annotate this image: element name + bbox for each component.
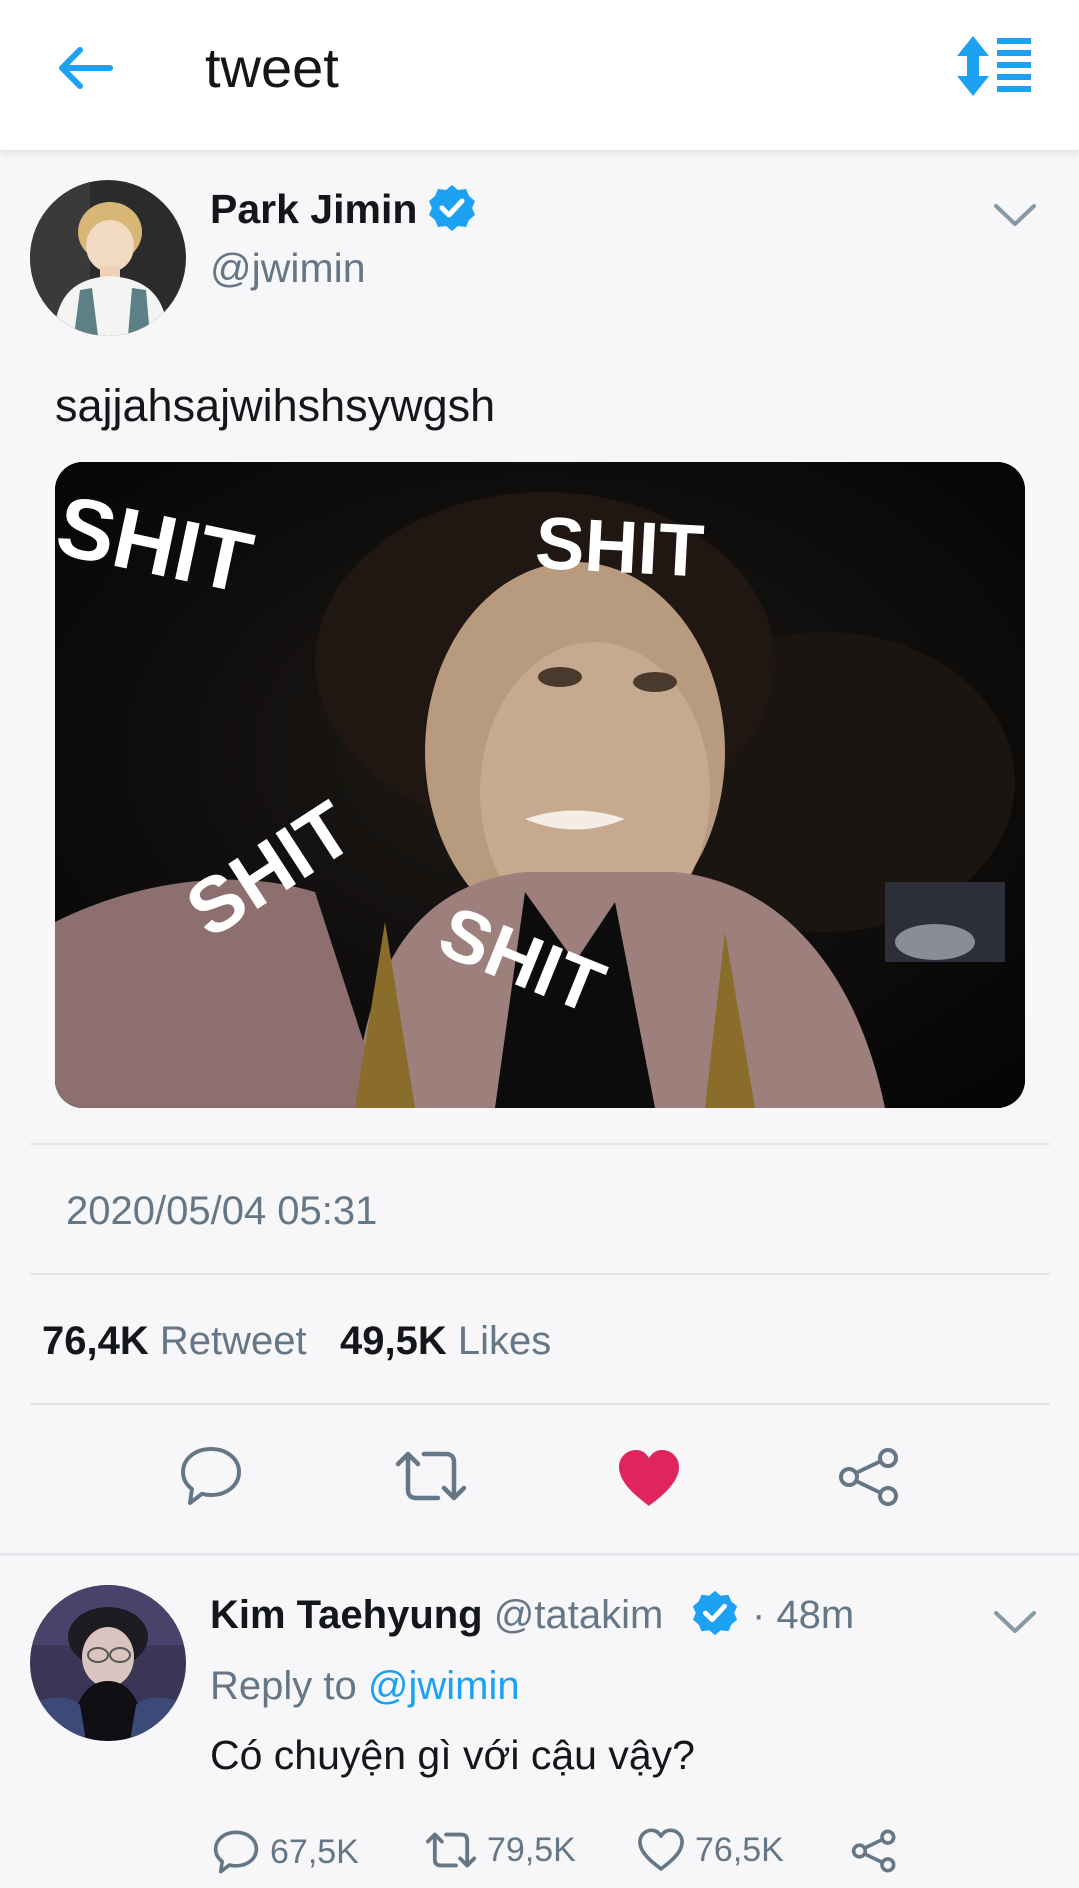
reply-author-avatar[interactable] [30,1585,186,1741]
retweet-icon [395,1451,467,1501]
retweet-button[interactable] [394,1446,468,1511]
section-separator [0,1553,1079,1556]
reply-text: Có chuyện gì với cậu vậy? [210,1732,695,1778]
arrow-left-icon [59,47,113,89]
divider [30,1403,1050,1405]
verified-badge-icon [429,185,475,231]
reply-retweet-count: 79,5K [487,1831,576,1869]
tweet-media-image[interactable]: SHIT SHIT SHIT SHIT [55,462,1025,1108]
reply-button[interactable] [178,1443,244,1514]
reply-to-handle-link[interactable]: @jwimin [368,1664,520,1708]
media-overlay-text: SHIT [533,501,706,593]
author-name[interactable]: Park Jimin [210,186,417,232]
retweet-label: Retweet [159,1319,307,1363]
likes-count: 49,5K [340,1319,447,1363]
share-icon [839,1448,898,1506]
top-app-bar: tweet [0,0,1079,151]
reply-author-handle[interactable]: @tatakim [494,1593,664,1637]
reply-like-count: 76,5K [695,1831,784,1869]
reply-like-button[interactable]: 76,5K [637,1828,784,1872]
reply-time: · 48m [752,1593,855,1637]
retweet-stat[interactable]: 76,4K Retweet [42,1318,307,1364]
likes-stat[interactable]: 49,5K Likes [340,1318,551,1364]
chevron-down-icon[interactable] [990,1605,1040,1641]
reply-author-name[interactable]: Kim Taehyung [210,1593,483,1637]
reply-to-label: Reply to [210,1664,357,1708]
retweet-count: 76,4K [42,1319,149,1363]
comment-icon [181,1447,241,1505]
divider [30,1143,1050,1145]
tweet-timestamp: 2020/05/04 05:31 [66,1189,378,1233]
back-button[interactable] [52,38,122,98]
author-avatar[interactable] [30,180,186,336]
retweet-icon [425,1832,477,1868]
share-button[interactable] [836,1446,902,1513]
reply-header: Kim Taehyung @tatakim [210,1592,663,1638]
reply-retweet-button[interactable]: 79,5K [425,1828,576,1872]
reply-reply-count: 67,5K [270,1833,359,1871]
share-icon [851,1829,896,1873]
heart-outline-icon [638,1828,684,1871]
tweet-text: sajjahsajwihshsywgsh [55,380,496,431]
sort-button[interactable] [955,34,1035,98]
reply-share-button[interactable] [850,1828,898,1874]
verified-badge-icon [692,1590,738,1636]
chevron-down-icon[interactable] [990,198,1040,234]
author-handle[interactable]: @jwimin [210,245,366,291]
divider [30,1273,1050,1275]
reply-to-line: Reply to @jwimin [210,1663,520,1709]
comment-icon [213,1830,259,1874]
page-title: tweet [205,36,339,99]
reply-reply-button[interactable]: 67,5K [212,1828,359,1876]
sort-list-icon [957,36,1031,96]
heart-filled-icon [619,1450,679,1506]
like-button[interactable] [616,1448,682,1513]
likes-label: Likes [457,1319,552,1363]
